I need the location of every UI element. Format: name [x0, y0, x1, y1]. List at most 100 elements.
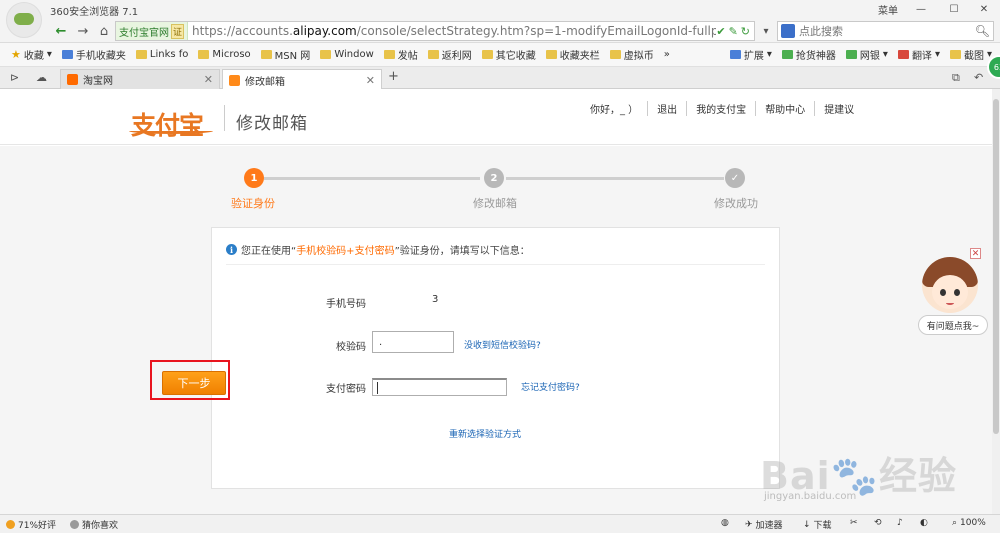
favorites-bar: ★ 收藏 ▾ 手机收藏夹 Links fo Microso MSN 网 Windo…	[0, 43, 1000, 67]
divider	[226, 264, 765, 265]
favorites-menu[interactable]: ★ 收藏 ▾	[6, 45, 57, 65]
tab-bar: ⊳ ☁ 淘宝网 ✕ 修改邮箱 ✕ + ⧉ ↶	[0, 67, 1000, 90]
grab-icon	[781, 50, 793, 59]
toolbar-translate[interactable]: 翻译 ▾	[893, 45, 945, 65]
maximize-button[interactable]: ☐	[943, 1, 965, 18]
star-icon: ★	[11, 48, 21, 61]
undo-icon[interactable]: ↶	[974, 71, 983, 84]
back-arrow-icon[interactable]: ←	[52, 22, 70, 40]
certificate-badge[interactable]: 证	[171, 23, 185, 39]
form-notice: i 您正在使用“ 手机校验码+支付密码 ”验证身份，请填写以下信息：	[226, 242, 530, 257]
cloud-icon[interactable]: ☁	[36, 71, 47, 84]
browser-app-title: 360安全浏览器 7.1	[50, 7, 139, 18]
fav-item[interactable]: 收藏夹栏	[541, 45, 605, 65]
refresh-icon[interactable]: ↻	[741, 25, 750, 38]
minimize-button[interactable]: —	[910, 1, 932, 18]
toolbar-grab[interactable]: 抢货神器	[777, 45, 841, 65]
forgot-password-link[interactable]: 忘记支付密码?	[521, 380, 580, 393]
search-icon[interactable]: 🔍︎	[975, 24, 990, 38]
status-icon[interactable]: ◍	[721, 518, 729, 528]
folder-icon	[427, 50, 439, 59]
step-3-check-icon: ✓	[725, 168, 745, 188]
fav-item[interactable]: 虚拟币	[605, 45, 659, 65]
help-bubble[interactable]: 有问题点我~	[918, 315, 988, 335]
site-badge[interactable]: 支付宝官网 证	[116, 22, 189, 40]
step-2-circle: 2	[484, 168, 504, 188]
search-box[interactable]: 🔍︎	[777, 21, 994, 41]
close-icon[interactable]: ✕	[366, 74, 375, 87]
verification-code-input[interactable]	[372, 331, 454, 353]
alipay-logo[interactable]: 支付宝	[129, 106, 213, 142]
payment-password-input[interactable]	[372, 378, 507, 396]
my-alipay-link[interactable]: 我的支付宝	[686, 101, 755, 116]
vertical-scrollbar[interactable]	[992, 89, 1000, 514]
mute-icon[interactable]: ◐	[920, 518, 928, 528]
verification-method: 手机校验码+支付密码	[296, 246, 395, 257]
fav-item[interactable]: 其它收藏	[477, 45, 541, 65]
edit-icon[interactable]: ✎	[729, 25, 738, 38]
fav-more-button[interactable]: »	[659, 45, 675, 65]
forward-arrow-icon[interactable]: →	[74, 22, 92, 40]
browser-logo	[6, 2, 42, 38]
folder-icon	[609, 50, 621, 59]
logout-link[interactable]: 退出	[647, 101, 686, 116]
zoom-level[interactable]: ⌕ 100%	[952, 518, 986, 528]
avatar-mouth	[946, 301, 954, 305]
fav-item[interactable]: 手机收藏夹	[57, 45, 131, 65]
download[interactable]: ↓ 下载	[803, 518, 832, 532]
fav-item[interactable]: 返利网	[423, 45, 477, 65]
folder-icon	[383, 50, 395, 59]
greeting: 你好，_ ）	[590, 105, 639, 116]
scrollbar-thumb[interactable]	[993, 99, 999, 434]
shield-icon[interactable]: ✔	[716, 25, 725, 38]
sound-icon[interactable]: ♪	[897, 518, 903, 528]
restore-icon[interactable]: ⟲	[874, 518, 882, 528]
fav-item[interactable]: Window	[315, 45, 378, 65]
url-domain: alipay.com	[292, 24, 357, 38]
new-tab-icon[interactable]: +	[388, 69, 399, 84]
feedback-link[interactable]: 提建议	[814, 101, 863, 116]
folder-icon	[481, 50, 493, 59]
tab-taobao[interactable]: 淘宝网 ✕	[60, 69, 220, 89]
url-text[interactable]: https://accounts.alipay.com/console/sele…	[188, 24, 716, 38]
restore-tab-icon[interactable]: ⧉	[952, 71, 960, 85]
rating-indicator[interactable]: 71%好评	[6, 518, 56, 531]
help-avatar[interactable]	[922, 257, 978, 313]
sidebar-toggle-icon[interactable]: ⊳	[10, 71, 19, 84]
home-icon[interactable]: ⌂	[95, 22, 113, 40]
scissors-icon	[949, 50, 961, 59]
address-toolbar: ← → ⌂ 支付宝官网 证 https://accounts.alipay.co…	[0, 19, 1000, 43]
screenshot-icon[interactable]: ✂	[850, 518, 858, 528]
toolbar-bank[interactable]: 网银 ▾	[841, 45, 893, 65]
translate-icon	[897, 50, 909, 59]
url-bar[interactable]: 支付宝官网 证 https://accounts.alipay.com/cons…	[115, 21, 755, 41]
rocket-icon: ✈	[745, 519, 753, 530]
step-2-label: 修改邮箱	[473, 197, 517, 210]
password-label: 支付密码	[326, 384, 366, 395]
fav-item[interactable]: 发帖	[379, 45, 423, 65]
page-viewport: 支付宝 修改邮箱 你好，_ ） 退出 我的支付宝 帮助中心 提建议 1 2 ✓ …	[0, 89, 992, 514]
header-links: 你好，_ ） 退出 我的支付宝 帮助中心 提建议	[590, 101, 863, 116]
fav-item[interactable]: Links fo	[131, 45, 194, 65]
no-sms-link[interactable]: 没收到短信校验码?	[464, 338, 541, 351]
tab-modify-email[interactable]: 修改邮箱 ✕	[222, 69, 382, 90]
fav-item[interactable]: MSN 网	[256, 45, 316, 65]
chevron-down-icon[interactable]: ▾	[757, 22, 775, 40]
site-badge-label: 支付宝官网	[119, 27, 169, 39]
phone-label: 手机号码	[326, 299, 366, 310]
next-button[interactable]: 下一步	[162, 371, 226, 395]
help-center-link[interactable]: 帮助中心	[755, 101, 814, 116]
fav-item[interactable]: Microso	[193, 45, 255, 65]
accelerator[interactable]: ✈ 加速器	[745, 518, 783, 532]
close-icon[interactable]: ✕	[204, 73, 213, 86]
guess-you-like[interactable]: 猜你喜欢	[70, 518, 118, 531]
search-input[interactable]	[799, 24, 969, 38]
menu-button[interactable]: 菜单	[868, 1, 908, 18]
baidu-watermark: Bai🐾经验 jingyan.baidu.com	[760, 445, 970, 505]
toolbar-extensions[interactable]: 扩展 ▾	[725, 45, 777, 65]
reselect-method-link[interactable]: 重新选择验证方式	[449, 427, 521, 440]
alipay-favicon-icon	[229, 74, 240, 86]
close-window-button[interactable]: ✕	[973, 1, 995, 18]
help-close-icon[interactable]: ✕	[970, 248, 981, 259]
search-engine-icon[interactable]	[781, 24, 795, 38]
